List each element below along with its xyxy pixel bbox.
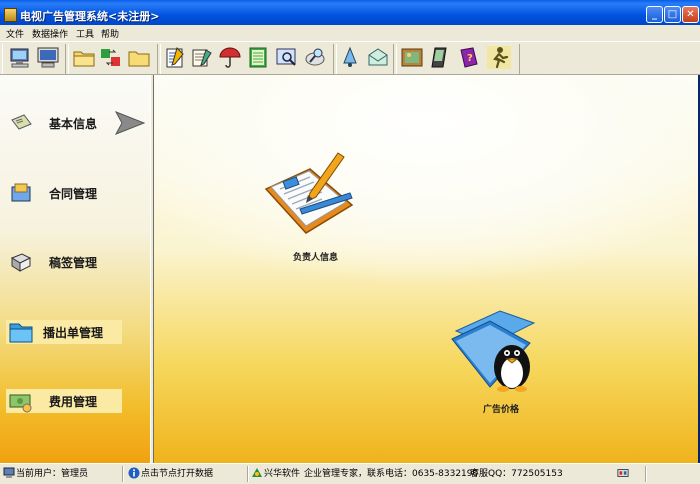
notepad-icon[interactable] — [163, 46, 187, 69]
nav-panel: 基本信息 合同管理 稿签管理 播出单管理 费用管理 — [0, 75, 150, 463]
status-qq: 客服QQ：772505153 — [470, 469, 563, 479]
close-button[interactable]: ✕ — [682, 6, 699, 23]
toolbar: ? — [0, 41, 700, 75]
nav-item-label: 播出单管理 — [43, 326, 104, 340]
edit-document-icon[interactable] — [190, 46, 214, 69]
menu-file[interactable]: 文件 — [6, 27, 24, 40]
penguin-folder-icon[interactable] — [448, 309, 544, 395]
nav-item-basic-info[interactable]: 基本信息 — [6, 111, 122, 135]
company-logo-icon — [252, 468, 262, 477]
menu-bar: 文件 数据操作 工具 帮助 — [0, 25, 700, 41]
umbrella-icon[interactable] — [218, 46, 242, 69]
search-window-icon[interactable] — [275, 46, 299, 69]
exit-runner-icon[interactable] — [487, 46, 511, 69]
maximize-button[interactable]: □ — [664, 6, 681, 23]
window-title: 电视广告管理系统<未注册> — [20, 10, 160, 23]
main-item-label[interactable]: 广告价格 — [483, 402, 519, 415]
nav-item-contracts[interactable]: 合同管理 — [6, 181, 122, 205]
nav-item-label: 合同管理 — [49, 187, 98, 201]
nav-item-expenses[interactable]: 费用管理 — [6, 389, 122, 413]
folder-icon — [9, 323, 33, 343]
nav-item-label: 稿签管理 — [49, 256, 98, 270]
data-transfer-icon[interactable] — [99, 46, 123, 69]
money-icon — [9, 394, 32, 413]
contract-icon — [11, 183, 31, 202]
main-item-label[interactable]: 负责人信息 — [293, 250, 338, 263]
book-icon — [10, 253, 32, 272]
minimize-button[interactable]: _ — [646, 6, 663, 23]
menu-data-ops[interactable]: 数据操作 — [32, 27, 68, 40]
status-bar: 当前用户：管理员 点击节点打开数据 兴华软件 企业管理专家，联系电话：0635-… — [0, 463, 700, 484]
computer-icon[interactable] — [8, 46, 32, 69]
selected-arrow-icon — [114, 111, 146, 135]
folder-yellow-icon[interactable] — [127, 46, 151, 69]
status-company: 兴华软件 — [264, 469, 301, 479]
status-separator — [247, 466, 249, 482]
help-book-icon[interactable]: ? — [457, 46, 481, 69]
info-icon — [128, 467, 140, 479]
app-icon[interactable] — [4, 8, 17, 22]
status-separator — [122, 466, 124, 482]
menu-help[interactable]: 帮助 — [101, 27, 119, 40]
notepad-pencil-icon[interactable] — [262, 151, 358, 239]
menu-tools[interactable]: 工具 — [76, 27, 94, 40]
bell-icon[interactable] — [338, 46, 362, 69]
computer-icon — [3, 467, 15, 478]
status-user: 当前用户：管理员 — [16, 469, 89, 479]
nav-item-label: 费用管理 — [49, 395, 98, 409]
magnifier-icon[interactable] — [303, 46, 327, 69]
main-area: 负责人信息 广告价格 — [154, 75, 698, 463]
nav-item-drafts[interactable]: 稿签管理 — [6, 250, 122, 274]
envelope-icon[interactable] — [366, 46, 390, 69]
picture-icon[interactable] — [400, 46, 424, 69]
monitor-icon[interactable] — [36, 46, 60, 69]
status-hint: 点击节点打开数据 — [141, 469, 214, 479]
status-slogan: 企业管理专家，联系电话：0635-8332190 — [304, 469, 479, 479]
nav-item-broadcast-list[interactable]: 播出单管理 — [6, 320, 122, 344]
folder-icon[interactable] — [72, 46, 96, 69]
ledger-icon[interactable] — [246, 46, 270, 69]
svg-text:?: ? — [467, 53, 473, 64]
network-status-icon — [617, 469, 629, 477]
nav-item-label: 基本信息 — [49, 117, 98, 131]
status-separator — [645, 466, 647, 482]
pda-icon[interactable] — [428, 46, 452, 69]
notepad-icon — [11, 114, 32, 130]
